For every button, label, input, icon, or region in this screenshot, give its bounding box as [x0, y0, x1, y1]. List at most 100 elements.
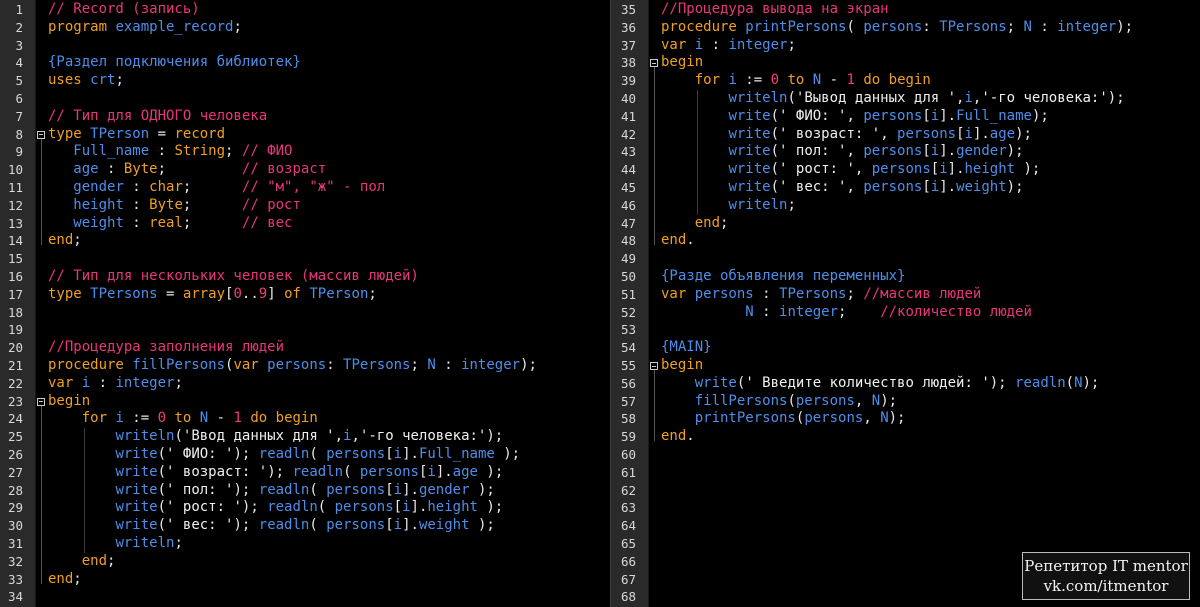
code-token: ].: [402, 481, 419, 498]
code-line[interactable]: procedure fillPersons(var persons: TPers…: [48, 357, 610, 375]
code-token: real: [149, 214, 183, 231]
code-line[interactable]: gender : char; // "м", "ж" - пол: [48, 179, 610, 197]
code-line[interactable]: write(' ФИО: ', persons[i].Full_name);: [661, 108, 1200, 126]
code-line[interactable]: end;: [661, 215, 1200, 233]
code-line[interactable]: end;: [48, 553, 610, 571]
code-token: ].: [939, 143, 957, 160]
code-line[interactable]: write(' пол: '); readln( persons[i].gend…: [48, 482, 610, 500]
fold-toggle-icon[interactable]: [650, 59, 658, 68]
watermark-link: vk.com/itmentor: [1043, 577, 1169, 595]
code-line[interactable]: {Разде объявления переменных}: [661, 268, 1200, 286]
code-line[interactable]: begin: [661, 357, 1200, 375]
code-line[interactable]: //Процедура заполнения людей: [48, 339, 610, 357]
code-line[interactable]: var i : integer;: [661, 37, 1200, 55]
code-token: :: [98, 161, 124, 178]
code-token: (: [1065, 374, 1075, 391]
code-line[interactable]: type TPersons = array[0..9] of TPerson;: [48, 286, 610, 304]
code-line[interactable]: var i : integer;: [48, 375, 610, 393]
code-line[interactable]: write(' рост: '); readln( persons[i].hei…: [48, 499, 610, 517]
code-token: write: [728, 125, 771, 142]
code-line[interactable]: writeln;: [48, 535, 610, 553]
code-line[interactable]: [661, 446, 1200, 464]
code-line[interactable]: // Тип для нескольких человек (массив лю…: [48, 268, 610, 286]
line-number: 44: [620, 162, 636, 178]
code-line[interactable]: [661, 250, 1200, 268]
code-line[interactable]: write(' ФИО: '); readln( persons[i].Full…: [48, 446, 610, 464]
code-line[interactable]: writeln('Ввод данных для ',i,'-го челове…: [48, 428, 610, 446]
code-token: N: [199, 410, 209, 427]
code-token: readln: [292, 463, 344, 480]
code-token: :: [435, 356, 462, 373]
code-line[interactable]: [661, 321, 1200, 339]
code-line[interactable]: fillPersons(persons, N);: [661, 393, 1200, 411]
code-line[interactable]: uses crt;: [48, 72, 610, 90]
line-number: 2: [15, 19, 23, 35]
code-line[interactable]: for i := 0 to N - 1 do begin: [48, 410, 610, 428]
code-line[interactable]: program example_record;: [48, 19, 610, 37]
code-line[interactable]: // Record (запись): [48, 1, 610, 19]
code-token: );: [880, 392, 898, 409]
code-line[interactable]: printPersons(persons, N);: [661, 410, 1200, 428]
code-line[interactable]: [48, 37, 610, 55]
code-line[interactable]: begin: [48, 393, 610, 411]
code-line[interactable]: //Процедура вывода на экран: [661, 1, 1200, 19]
code-line[interactable]: {MAIN}: [661, 339, 1200, 357]
code-line[interactable]: {Раздел подключения библиотек}: [48, 54, 610, 72]
code-line[interactable]: N : integer; //количество людей: [661, 304, 1200, 322]
code-line[interactable]: procedure printPersons( persons: TPerson…: [661, 19, 1200, 37]
code-line[interactable]: weight : real; // вес: [48, 215, 610, 233]
code-line[interactable]: end.: [661, 232, 1200, 250]
code-line[interactable]: writeln;: [661, 197, 1200, 215]
code-line[interactable]: write(' возраст: ', persons[i].age);: [661, 126, 1200, 144]
code-token: persons: [863, 107, 923, 124]
code-area[interactable]: // Record (запись) program example_record…: [48, 0, 610, 607]
code-line[interactable]: [661, 464, 1200, 482]
code-line[interactable]: // Тип для ОДНОГО человека: [48, 108, 610, 126]
code-line[interactable]: write(' рост: ', persons[i].height );: [661, 161, 1200, 179]
fold-toggle-icon[interactable]: [37, 397, 45, 406]
code-line[interactable]: write(' возраст: '); readln( persons[i].…: [48, 464, 610, 482]
code-line[interactable]: height : Byte; // рост: [48, 197, 610, 215]
code-line[interactable]: end;: [48, 232, 610, 250]
line-number: 65: [620, 535, 636, 551]
code-line[interactable]: write(' вес: '); readln( persons[i].weig…: [48, 517, 610, 535]
code-line[interactable]: age : Byte; // возраст: [48, 161, 610, 179]
code-line[interactable]: [661, 517, 1200, 535]
code-line[interactable]: write(' вес: ', persons[i].weight);: [661, 179, 1200, 197]
code-token: ' рост: ': [779, 161, 855, 178]
code-line[interactable]: [48, 321, 610, 339]
code-line[interactable]: [661, 535, 1200, 553]
fold-toggle-icon[interactable]: [37, 130, 45, 139]
code-token: write: [728, 178, 771, 195]
code-token: ;: [182, 214, 242, 231]
code-line[interactable]: [48, 90, 610, 108]
code-token: TPersons: [779, 285, 847, 302]
line-number: 45: [620, 179, 636, 195]
code-line[interactable]: [48, 250, 610, 268]
code-line[interactable]: [48, 304, 610, 322]
code-line[interactable]: write(' пол: ', persons[i].gender);: [661, 143, 1200, 161]
code-token: '-го человека:': [359, 428, 487, 445]
code-line[interactable]: begin: [661, 54, 1200, 72]
code-line[interactable]: Full_name : String; // ФИО: [48, 143, 610, 161]
code-line[interactable]: [661, 482, 1200, 500]
code-token: {MAIN}: [661, 339, 712, 356]
code-token: -: [821, 72, 847, 89]
line-number: 31: [7, 535, 23, 551]
code-line[interactable]: type TPerson = record: [48, 126, 610, 144]
code-line[interactable]: write (' Введите количество людей: '); re…: [661, 375, 1200, 393]
code-pane-left[interactable]: 1 2 3 4 5 6 7 8 9 10 11 12 13 14 15 16 17 18 19 20 21 22 23 24 2…: [0, 0, 610, 607]
code-line[interactable]: for i := 0 to N - 1 do begin: [661, 72, 1200, 90]
fold-toggle-icon[interactable]: [650, 362, 658, 370]
code-token: do begin: [241, 410, 318, 427]
code-line[interactable]: [661, 499, 1200, 517]
code-token: //Процедура вывода на экран: [661, 1, 889, 17]
code-line[interactable]: end.: [661, 428, 1200, 446]
code-area[interactable]: //Процедура вывода на экран procedure pri…: [661, 0, 1200, 607]
code-token: persons: [334, 499, 394, 516]
code-line[interactable]: var persons : TPersons; //массив людей: [661, 286, 1200, 304]
code-pane-right[interactable]: 35 36 37 38 39 40 41 42 43 44 45 46 47 48 49 50 51 52 53 54…: [610, 0, 1200, 607]
code-line[interactable]: end;: [48, 571, 610, 589]
code-line[interactable]: writeln('Вывод данных для ',i,'-го челов…: [661, 90, 1200, 108]
code-line[interactable]: [48, 588, 610, 606]
